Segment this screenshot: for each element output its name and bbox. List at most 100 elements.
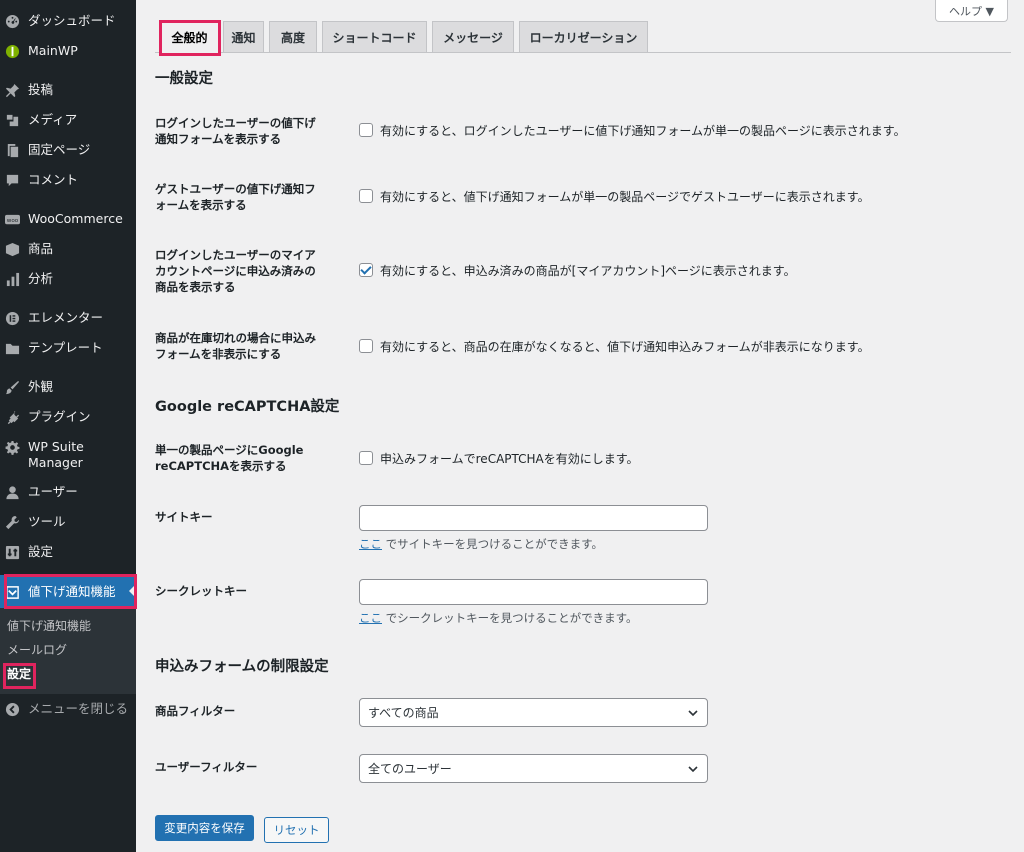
secret-key-input[interactable] xyxy=(359,579,708,605)
general-settings-title: 一般設定 xyxy=(155,71,213,87)
tab-general[interactable]: 全般的 xyxy=(160,21,219,53)
tab-shortcode[interactable]: ショートコード xyxy=(322,21,427,53)
menu-label: 外観 xyxy=(28,379,54,394)
user-filter-select[interactable]: 全てのユーザー xyxy=(359,754,708,783)
collapse-arrow-icon xyxy=(4,701,20,717)
menu-item-posts[interactable]: 投稿 xyxy=(0,82,136,100)
elementor-icon xyxy=(4,310,20,326)
recaptcha-settings-title: Google reCAPTCHA設定 xyxy=(155,399,340,415)
menu-item-analytics[interactable]: 分析 xyxy=(0,271,136,289)
menu-label: 設定 xyxy=(28,544,54,559)
submenu-item-mail-log[interactable]: メールログ xyxy=(7,642,67,658)
product-filter-label: 商品フィルター xyxy=(155,704,236,718)
menu-label: メディア xyxy=(28,112,78,127)
chevron-down-icon xyxy=(688,766,698,773)
site-key-input[interactable] xyxy=(359,505,708,531)
menu-item-settings[interactable]: 設定 xyxy=(0,544,136,562)
menu-item-elementor[interactable]: エレメンター xyxy=(0,310,136,328)
product-box-icon xyxy=(4,241,20,257)
menu-item-price-drop-notification[interactable]: 値下げ通知機能 xyxy=(0,575,136,608)
site-key-link[interactable]: ここ xyxy=(359,537,382,551)
reset-button[interactable]: リセット xyxy=(264,817,329,843)
checkbox-guest-form[interactable] xyxy=(359,189,373,203)
collapse-menu-label: メニューを閉じる xyxy=(28,701,129,716)
admin-sidebar: ダッシュボード MainWP 投稿 メディア 固定ページ コメント woo Wo… xyxy=(0,0,136,852)
price-drop-icon xyxy=(4,584,20,600)
product-filter-value: すべての商品 xyxy=(368,706,439,720)
menu-label: ユーザー xyxy=(28,484,78,499)
menu-label: コメント xyxy=(28,172,79,187)
menu-item-users[interactable]: ユーザー xyxy=(0,484,136,502)
menu-label: 値下げ通知機能 xyxy=(28,584,116,599)
menu-item-woocommerce[interactable]: woo WooCommerce xyxy=(0,211,136,229)
menu-item-dashboard[interactable]: ダッシュボード xyxy=(0,13,136,31)
user-filter-value: 全てのユーザー xyxy=(368,762,452,776)
tab-advanced[interactable]: 高度 xyxy=(269,21,317,53)
save-changes-button[interactable]: 変更内容を保存 xyxy=(155,815,254,841)
row-label-recaptcha: 単一の製品ページにGoogle reCAPTCHAを表示する xyxy=(155,443,304,473)
svg-text:woo: woo xyxy=(6,217,18,223)
menu-item-media[interactable]: メディア xyxy=(0,112,136,130)
menu-label: ダッシュボード xyxy=(28,13,116,28)
gear-icon xyxy=(4,439,20,455)
collapse-menu-button[interactable]: メニューを閉じる xyxy=(0,701,136,719)
woocommerce-icon: woo xyxy=(4,211,20,227)
menu-item-mainwp[interactable]: MainWP xyxy=(0,43,136,61)
mainwp-icon xyxy=(4,43,20,59)
checkbox-recaptcha[interactable] xyxy=(359,451,373,465)
menu-label: 固定ページ xyxy=(28,142,91,157)
dashboard-icon xyxy=(4,13,20,29)
checkbox-logged-in-form[interactable] xyxy=(359,123,373,137)
tab-message[interactable]: メッセージ xyxy=(432,21,514,53)
checkbox-text: 有効にすると、ログインしたユーザーに値下げ通知フォームが単一の製品ページに表示さ… xyxy=(380,124,906,138)
submenu-item-settings[interactable]: 設定 xyxy=(7,666,31,682)
user-icon xyxy=(4,484,20,500)
product-filter-select[interactable]: すべての商品 xyxy=(359,698,708,727)
menu-item-pages[interactable]: 固定ページ xyxy=(0,142,136,160)
checkbox-my-account[interactable] xyxy=(359,263,373,277)
menu-item-templates[interactable]: テンプレート xyxy=(0,340,136,358)
menu-item-appearance[interactable]: 外観 xyxy=(0,379,136,397)
restriction-settings-title: 申込みフォームの制限設定 xyxy=(155,659,329,675)
comment-icon xyxy=(4,172,20,188)
secret-key-desc-text: でシークレットキーを見つけることができます。 xyxy=(382,611,638,625)
secret-key-label: シークレットキー xyxy=(155,584,247,598)
tab-localization[interactable]: ローカリゼーション xyxy=(519,21,648,53)
site-key-label: サイトキー xyxy=(155,510,213,524)
menu-item-plugins[interactable]: プラグイン xyxy=(0,409,136,427)
folder-icon xyxy=(4,340,20,356)
menu-label: テンプレート xyxy=(28,340,103,355)
menu-label: 分析 xyxy=(28,271,54,286)
media-icon xyxy=(4,112,20,128)
secret-key-link[interactable]: ここ xyxy=(359,611,382,625)
menu-item-tools[interactable]: ツール xyxy=(0,514,136,532)
menu-label: ツール xyxy=(28,514,66,529)
current-menu-pointer xyxy=(129,584,136,598)
menu-item-comments[interactable]: コメント xyxy=(0,172,136,190)
submenu-item-price-drop[interactable]: 値下げ通知機能 xyxy=(7,618,91,634)
row-label-my-account: ログインしたユーザーのマイア カウントページに申込み済みの 商品を表示する xyxy=(155,248,316,294)
checkbox-out-of-stock[interactable] xyxy=(359,339,373,353)
checkbox-text: 申込みフォームでreCAPTCHAを有効にします。 xyxy=(380,452,639,466)
menu-label: エレメンター xyxy=(28,310,104,325)
checkbox-text: 有効にすると、申込み済みの商品が[マイアカウント]ページに表示されます。 xyxy=(380,264,796,278)
settings-tabs: 全般的 通知 高度 ショートコード メッセージ ローカリゼーション xyxy=(155,21,1011,53)
wrench-icon xyxy=(4,514,20,530)
checkbox-text: 有効にすると、商品の在庫がなくなると、値下げ通知申込みフォームが非表示になります… xyxy=(380,340,870,354)
chevron-down-icon xyxy=(688,710,698,717)
help-label: ヘルプ ▼ xyxy=(949,4,994,18)
site-key-desc-text: でサイトキーを見つけることができます。 xyxy=(382,537,604,551)
menu-label: WP Suite Manager xyxy=(28,439,84,470)
plugin-icon xyxy=(4,409,20,425)
checkbox-text: 有効にすると、値下げ通知フォームが単一の製品ページでゲストユーザーに表示されます… xyxy=(380,190,870,204)
menu-label: WooCommerce xyxy=(28,211,123,226)
menu-item-wp-suite-manager[interactable]: WP Suite Manager xyxy=(0,439,136,473)
settings-icon xyxy=(4,544,20,560)
help-tab-button[interactable]: ヘルプ ▼ xyxy=(935,0,1008,22)
row-label-guest-form: ゲストユーザーの値下げ通知フ ォームを表示する xyxy=(155,182,316,212)
menu-item-products[interactable]: 商品 xyxy=(0,241,136,259)
menu-label: MainWP xyxy=(28,43,78,58)
tab-notification[interactable]: 通知 xyxy=(223,21,264,53)
site-key-description: ここ でサイトキーを見つけることができます。 xyxy=(359,536,603,552)
bar-chart-icon xyxy=(4,271,20,287)
